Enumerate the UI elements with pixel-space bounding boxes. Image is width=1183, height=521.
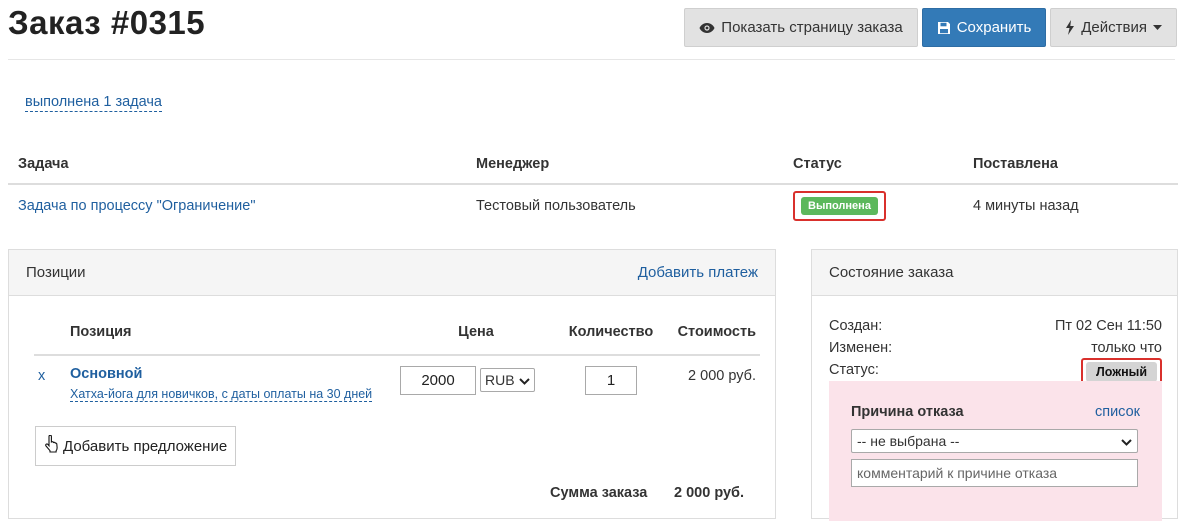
page-title: Заказ #0315 xyxy=(8,4,206,41)
reject-reason-title: Причина отказа xyxy=(851,404,964,420)
save-button[interactable]: Сохранить xyxy=(921,8,1047,47)
created-value: Пт 02 Сен 11:50 xyxy=(1054,318,1162,334)
task-created: 4 минуты назад xyxy=(973,197,1079,214)
reject-reason-box: Причина отказа список -- не выбрана -- xyxy=(829,381,1162,521)
reject-reason-list-link[interactable]: список xyxy=(1095,404,1140,420)
positions-panel-heading: Позиции Добавить платеж xyxy=(9,250,775,296)
task-status-highlight: Выполнена xyxy=(793,190,886,221)
order-state-panel-heading: Состояние заказа xyxy=(812,250,1177,296)
positions-panel-title: Позиции xyxy=(26,264,86,281)
task-manager: Тестовый пользователь xyxy=(476,197,636,214)
status-badge: Выполнена xyxy=(801,196,878,215)
tasks-summary-link[interactable]: выполнена 1 задача xyxy=(25,94,162,112)
order-status-label: Статус: xyxy=(829,362,879,378)
column-header-created: Поставлена xyxy=(963,144,1178,185)
column-header-price: Цена xyxy=(396,309,556,356)
hand-pointer-icon xyxy=(44,434,59,457)
column-header-task: Задача xyxy=(8,144,466,185)
currency-select-value: RUB xyxy=(485,372,515,388)
positions-table: Позиция Цена Количество Стоимость x Осно… xyxy=(34,309,760,402)
position-name-link[interactable]: Основной xyxy=(70,366,392,382)
column-header-cost: Стоимость xyxy=(666,309,760,356)
order-state-details: Создан: Пт 02 Сен 11:50 Изменен: только … xyxy=(829,315,1162,386)
floppy-disk-icon xyxy=(937,21,951,35)
order-state-panel: Состояние заказа Создан: Пт 02 Сен 11:50… xyxy=(811,249,1178,521)
chevron-down-icon xyxy=(1121,433,1132,449)
add-offer-button[interactable]: Добавить предложение xyxy=(35,426,237,466)
currency-select[interactable]: RUB xyxy=(480,368,535,392)
status-badge: Ложный xyxy=(1085,362,1157,382)
caret-down-icon xyxy=(1153,25,1162,30)
header-actions: Показать страницу заказа Сохранить Дейст… xyxy=(684,8,1177,47)
add-offer-label: Добавить предложение xyxy=(63,437,228,455)
eye-icon xyxy=(699,22,715,34)
reject-reason-select-value: -- не выбрана -- xyxy=(857,433,960,449)
save-label: Сохранить xyxy=(956,19,1032,36)
reject-comment-input[interactable] xyxy=(851,459,1138,487)
quantity-input[interactable]: 1 xyxy=(585,366,637,395)
price-input[interactable]: 2000 xyxy=(400,366,476,395)
reject-reason-select[interactable]: -- не выбрана -- xyxy=(851,429,1138,453)
created-label: Создан: xyxy=(829,318,883,334)
positions-panel: Позиции Добавить платеж Позиция Цена Кол… xyxy=(8,249,776,519)
modified-value: только что xyxy=(1091,340,1162,356)
show-order-page-button[interactable]: Показать страницу заказа xyxy=(684,8,918,47)
task-link[interactable]: Задача по процессу "Ограничение" xyxy=(18,198,255,214)
position-subtitle-link[interactable]: Хатха-йога для новичков, с даты оплаты н… xyxy=(70,387,373,402)
lightning-icon xyxy=(1065,20,1075,35)
position-cost: 2 000 руб. xyxy=(688,368,756,384)
header-divider xyxy=(8,59,1175,60)
column-header-quantity: Количество xyxy=(556,309,666,356)
column-header-manager: Менеджер xyxy=(466,144,783,185)
add-payment-link[interactable]: Добавить платеж xyxy=(638,264,758,281)
table-row: Задача по процессу "Ограничение" Тестовы… xyxy=(8,184,1178,226)
order-total-label: Сумма заказа xyxy=(550,485,648,501)
order-total-value: 2 000 руб. xyxy=(674,485,745,501)
column-header-remove xyxy=(34,309,66,356)
column-header-status: Статус xyxy=(783,144,963,185)
chevron-down-icon xyxy=(518,372,530,388)
remove-position-button[interactable]: x xyxy=(38,368,45,384)
modified-label: Изменен: xyxy=(829,340,893,356)
actions-dropdown-button[interactable]: Действия xyxy=(1050,8,1177,47)
actions-label: Действия xyxy=(1081,19,1147,36)
table-row: x Основной Хатха-йога для новичков, с да… xyxy=(34,355,760,402)
column-header-position: Позиция xyxy=(66,309,396,356)
order-state-panel-title: Состояние заказа xyxy=(829,264,954,281)
tasks-table: Задача Менеджер Статус Поставлена Задача… xyxy=(8,144,1178,226)
show-order-page-label: Показать страницу заказа xyxy=(721,19,903,36)
